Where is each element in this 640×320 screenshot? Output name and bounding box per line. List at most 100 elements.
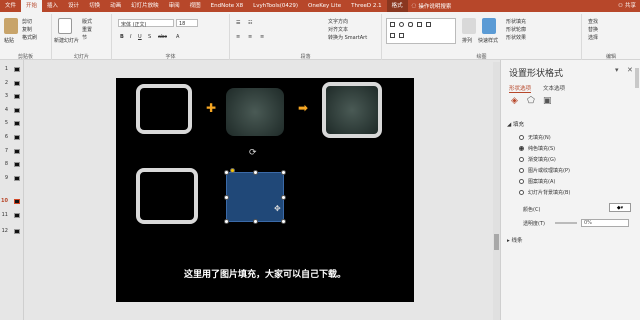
new-slide-button[interactable]: 新建幻灯片 xyxy=(54,37,79,44)
slide-thumb-9[interactable]: 9 xyxy=(0,173,24,183)
shadow-icon[interactable]: S xyxy=(148,34,151,40)
shape-outline-button[interactable]: 形状轮廓 xyxy=(506,26,526,33)
resize-handle-w[interactable] xyxy=(224,195,229,200)
arrange-icon[interactable] xyxy=(462,18,476,34)
combined-frame-shape[interactable] xyxy=(322,82,382,138)
fill-line-icon[interactable]: ◈ xyxy=(511,96,518,106)
resize-handle-se[interactable] xyxy=(281,219,286,224)
fill-option-picture[interactable]: 图片或纹理填充(P) xyxy=(519,167,570,174)
resize-handle-ne[interactable] xyxy=(281,170,286,175)
paste-button[interactable]: 粘贴 xyxy=(4,37,14,44)
line-shape-icon[interactable] xyxy=(426,22,431,27)
slide-thumb-2[interactable]: 2 xyxy=(0,78,24,88)
resize-handle-n[interactable] xyxy=(253,170,258,175)
align-left-icon[interactable]: ≡ xyxy=(236,34,240,40)
radio-button[interactable] xyxy=(519,179,524,184)
font-size-dropdown[interactable]: 18 xyxy=(176,19,198,27)
vertical-scrollbar[interactable] xyxy=(493,62,500,320)
selected-blue-shape[interactable] xyxy=(226,172,284,222)
fill-option-gradient[interactable]: 渐变填充(G) xyxy=(519,156,556,163)
radio-button[interactable] xyxy=(519,157,524,162)
cut-button[interactable]: 剪切 xyxy=(22,18,32,25)
slide-thumb-3[interactable]: 3 xyxy=(0,91,24,101)
tab-onekey[interactable]: OneKey Lite xyxy=(303,0,346,12)
resize-handle-e[interactable] xyxy=(281,195,286,200)
slide-thumb-5[interactable]: 5 xyxy=(0,118,24,128)
shapes-gallery[interactable] xyxy=(386,18,456,44)
arrow-shape-icon[interactable] xyxy=(390,33,395,38)
tab-transitions[interactable]: 切换 xyxy=(84,0,105,12)
adjust-handle[interactable] xyxy=(230,168,235,173)
tab-slideshow[interactable]: 幻灯片放映 xyxy=(126,0,164,12)
align-text-button[interactable]: 对齐文本 xyxy=(328,26,348,33)
select-button[interactable]: 选择 xyxy=(588,34,598,41)
font-name-dropdown[interactable]: 宋体 (正文) xyxy=(118,19,174,28)
align-center-icon[interactable]: ≡ xyxy=(248,34,252,40)
bullets-icon[interactable]: ☰ xyxy=(236,20,240,26)
resize-handle-sw[interactable] xyxy=(224,219,229,224)
text-direction-button[interactable]: 文字方向 xyxy=(328,18,348,25)
find-button[interactable]: 查找 xyxy=(588,18,598,25)
tab-shape-options[interactable]: 形状选项 xyxy=(509,84,532,93)
white-frame-shape[interactable] xyxy=(136,84,192,134)
paste-icon[interactable] xyxy=(4,18,18,34)
slide-thumb-1[interactable]: 1 xyxy=(0,64,24,74)
radio-button[interactable] xyxy=(519,168,524,173)
copy-button[interactable]: 复制 xyxy=(22,26,32,33)
fill-section-header[interactable]: ◢ 填充 xyxy=(507,120,524,128)
tell-me-search[interactable]: ◌ 操作说明搜索 xyxy=(412,2,452,10)
scrollbar-thumb[interactable] xyxy=(494,234,499,250)
resize-handle-s[interactable] xyxy=(253,219,258,224)
texture-rounded-shape[interactable] xyxy=(226,88,284,136)
smartart-button[interactable]: 转换为 SmartArt xyxy=(328,34,367,41)
layout-button[interactable]: 版式 xyxy=(82,18,92,25)
slide-thumb-7[interactable]: 7 xyxy=(0,146,24,156)
white-frame-shape-2[interactable] xyxy=(136,168,198,224)
transparency-input[interactable]: 0% xyxy=(581,219,629,227)
slide-thumb-4[interactable]: 4 xyxy=(0,105,24,115)
slide-thumb-11[interactable]: 11 xyxy=(0,210,24,220)
quick-styles-button[interactable]: 快速样式 xyxy=(478,37,498,44)
tab-text-options[interactable]: 文本选项 xyxy=(543,84,565,92)
rotate-handle-icon[interactable]: ⟳ xyxy=(249,148,257,158)
tab-animations[interactable]: 动画 xyxy=(105,0,126,12)
tab-endnote[interactable]: EndNote X8 xyxy=(206,0,249,12)
close-icon[interactable]: ✕ xyxy=(627,66,633,74)
color-picker-button[interactable]: ◆▾ xyxy=(609,203,631,212)
current-slide[interactable]: ✚ ➡ ⟳ ✥ 这里用了图片填充，大家可以自己下载。 xyxy=(116,78,414,302)
tab-view[interactable]: 视图 xyxy=(185,0,206,12)
shape-effects-button[interactable]: 形状效果 xyxy=(506,34,526,41)
fill-option-slide-bg[interactable]: 幻灯片背景填充(B) xyxy=(519,189,570,196)
strikethrough-icon[interactable]: abc xyxy=(158,34,167,40)
fill-option-solid[interactable]: 纯色填充(S) xyxy=(519,145,555,152)
radio-button[interactable] xyxy=(519,190,524,195)
tab-design[interactable]: 设计 xyxy=(63,0,84,12)
align-right-icon[interactable]: ≡ xyxy=(260,34,264,40)
tab-lvyhtools[interactable]: LvyhTools(0429) xyxy=(248,0,303,12)
share-button[interactable]: ⚇ 共享 xyxy=(618,0,636,12)
line-section-header[interactable]: ▸ 线条 xyxy=(507,236,523,244)
oval-shape-icon[interactable] xyxy=(399,22,404,27)
new-slide-icon[interactable] xyxy=(58,18,72,34)
slide-thumb-10[interactable]: 10 xyxy=(0,196,24,206)
rounded-rect-shape-icon[interactable] xyxy=(408,22,413,27)
radio-button[interactable] xyxy=(519,146,524,151)
shape-fill-button[interactable]: 形状填充 xyxy=(506,18,526,25)
rectangle-shape-icon[interactable] xyxy=(390,22,395,27)
resize-handle-nw[interactable] xyxy=(224,170,229,175)
bold-icon[interactable]: B xyxy=(120,34,124,40)
quick-styles-icon[interactable] xyxy=(482,18,496,34)
tab-threed[interactable]: ThreeD 2.1 xyxy=(346,0,386,12)
slide-thumb-8[interactable]: 8 xyxy=(0,159,24,169)
replace-button[interactable]: 替换 xyxy=(588,26,598,33)
section-button[interactable]: 节 xyxy=(82,34,87,41)
tab-file[interactable]: 文件 xyxy=(0,0,21,12)
radio-button[interactable] xyxy=(519,135,524,140)
triangle-shape-icon[interactable] xyxy=(417,22,422,27)
pane-scrollbar[interactable] xyxy=(635,68,639,88)
tab-home[interactable]: 开始 xyxy=(21,0,43,12)
slide-thumb-6[interactable]: 6 xyxy=(0,132,24,142)
slide-thumb-12[interactable]: 12 xyxy=(0,226,24,236)
arrange-button[interactable]: 排列 xyxy=(462,37,472,44)
fill-option-none[interactable]: 无填充(N) xyxy=(519,134,551,141)
